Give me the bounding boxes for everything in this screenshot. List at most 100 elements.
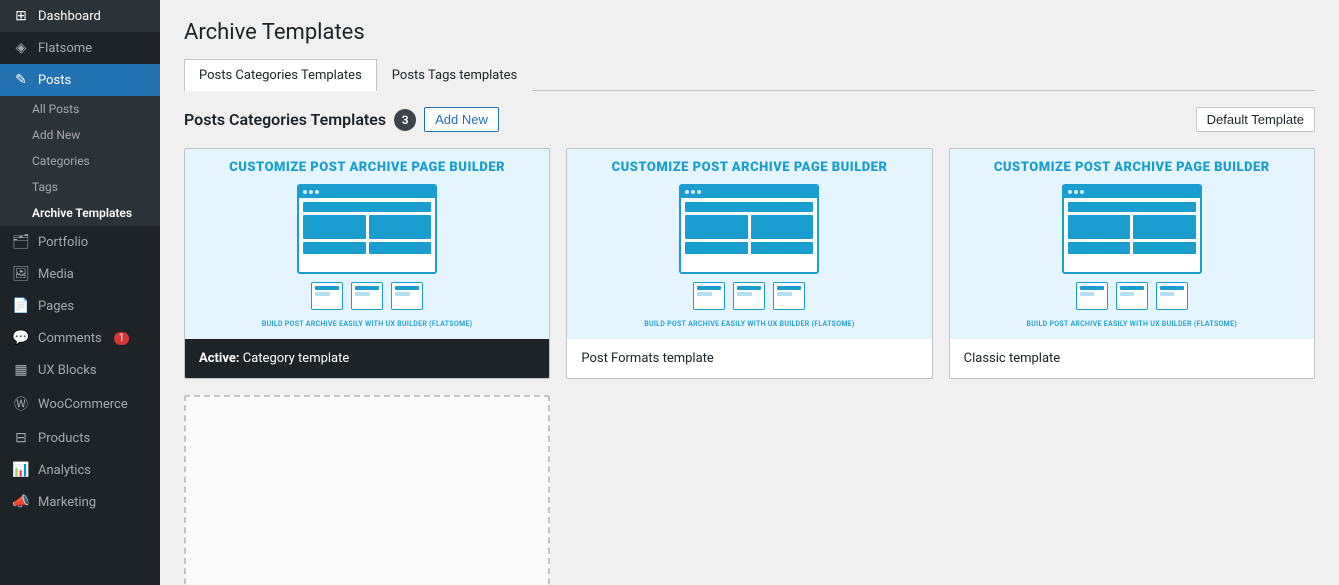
tab-tags[interactable]: Posts Tags templates (377, 59, 532, 91)
sidebar-item-comments[interactable]: 💬 Comments 1 (0, 322, 160, 354)
default-template-button[interactable]: Default Template (1196, 107, 1315, 132)
media-icon: 🖼 (12, 266, 30, 282)
template-footer-2: Classic template (950, 339, 1314, 378)
all-posts-label: All Posts (32, 102, 79, 116)
arch-mini-line-8 (1160, 286, 1184, 290)
template-name-0: Category template (243, 351, 350, 366)
sidebar-item-archive-templates[interactable]: Archive Templates (0, 200, 160, 226)
arch-mini-line-2 (395, 286, 419, 290)
sidebar-item-media[interactable]: 🖼 Media (0, 258, 160, 290)
sidebar-item-categories[interactable]: Categories (0, 148, 160, 174)
arch-mini-line-4 (737, 286, 761, 290)
arch-block-b5 (751, 242, 814, 254)
arch-mini-card-1 (351, 282, 383, 310)
arch-mini-line-3 (697, 286, 721, 290)
sidebar-item-label: Portfolio (38, 235, 88, 250)
template-footer-0: Active: Category template (185, 339, 549, 378)
sidebar-item-label: Dashboard (38, 9, 101, 24)
sidebar-item-marketing[interactable]: 📣 Marketing (0, 486, 160, 518)
add-template-card[interactable] (184, 395, 550, 585)
arch-dot-5 (697, 190, 701, 194)
arch-block-c4 (1068, 242, 1131, 254)
sidebar-item-label: Flatsome (38, 41, 92, 56)
arch-browser-bar-2 (1064, 186, 1200, 198)
arch-mini-line-half-6 (1080, 292, 1094, 296)
sidebar-item-add-new[interactable]: Add New (0, 122, 160, 148)
portfolio-icon: 🗂 (12, 234, 30, 250)
arch-block-banner (303, 202, 431, 212)
arch-block-c1 (1068, 202, 1196, 212)
arch-block-b2 (685, 215, 748, 239)
arch-mini-card-5 (773, 282, 805, 310)
arch-mini-card-0 (311, 282, 343, 310)
arch-content-2 (1064, 198, 1200, 258)
sidebar-item-analytics[interactable]: 📊 Analytics (0, 454, 160, 486)
sidebar-item-label: Pages (38, 299, 74, 314)
template-card-1[interactable]: CUSTOMIZE POST ARCHIVE PAGE BUILDER (566, 148, 932, 379)
arch-mini-line-half-7 (1120, 292, 1134, 296)
arch-block-c2 (1068, 215, 1131, 239)
sidebar-item-all-posts[interactable]: All Posts (0, 96, 160, 122)
tabs-bar: Posts Categories Templates Posts Tags te… (184, 59, 1315, 91)
arch-sub-text-1: BUILD POST ARCHIVE EASILY WITH UX BUILDE… (644, 320, 855, 328)
template-footer-1: Post Formats template (567, 339, 931, 378)
archive-illustration-2: CUSTOMIZE POST ARCHIVE PAGE BUILDER (950, 149, 1314, 339)
archive-illustration-0: CUSTOMIZE POST ARCHIVE PAGE BUILDER (185, 149, 549, 339)
arch-block-3 (303, 242, 366, 254)
sidebar-item-label: Media (38, 267, 74, 282)
arch-mini-line-7 (1120, 286, 1144, 290)
sidebar-item-posts[interactable]: ✎ Posts (0, 64, 160, 96)
sidebar: ⊞ Dashboard ◈ Flatsome ✎ Posts All Posts… (0, 0, 160, 585)
sidebar-item-label: Analytics (38, 463, 91, 478)
arch-dot-7 (1074, 190, 1078, 194)
template-card-2[interactable]: CUSTOMIZE POST ARCHIVE PAGE BUILDER (949, 148, 1315, 379)
arch-icons-row-0 (311, 282, 423, 310)
arch-mini-line-half-8 (1160, 292, 1174, 296)
arch-mini-card-2 (391, 282, 423, 310)
sidebar-item-flatsome[interactable]: ◈ Flatsome (0, 32, 160, 64)
template-count-badge: 3 (394, 109, 416, 131)
arch-content-1 (681, 198, 817, 258)
arch-mini-line-half-5 (777, 292, 791, 296)
arch-dot-1 (309, 190, 313, 194)
arch-mini-line-half-4 (737, 292, 751, 296)
active-label-0: Active: (199, 351, 240, 366)
arch-mini-card-6 (1076, 282, 1108, 310)
sidebar-item-tags[interactable]: Tags (0, 174, 160, 200)
comments-badge: 1 (114, 332, 130, 345)
section-title-wrap: Posts Categories Templates 3 Add New (184, 107, 499, 132)
arch-sub-text-0: BUILD POST ARCHIVE EASILY WITH UX BUILDE… (262, 320, 473, 328)
sidebar-item-ux-blocks[interactable]: ▦ UX Blocks (0, 354, 160, 386)
arch-content-0 (299, 198, 435, 258)
sidebar-item-label: Products (38, 431, 90, 446)
sidebar-item-woocommerce[interactable]: Ⓦ WooCommerce (0, 386, 160, 422)
arch-title-0: CUSTOMIZE POST ARCHIVE PAGE BUILDER (229, 160, 505, 176)
sidebar-item-dashboard[interactable]: ⊞ Dashboard (0, 0, 160, 32)
products-icon: ⊟ (12, 430, 30, 446)
arch-mini-line-half-0 (315, 292, 329, 296)
tags-label: Tags (32, 180, 58, 194)
sidebar-item-products[interactable]: ⊟ Products (0, 422, 160, 454)
posts-submenu: All Posts Add New Categories Tags Archiv… (0, 96, 160, 226)
arch-icons-row-1 (693, 282, 805, 310)
arch-mini-line-1 (355, 286, 379, 290)
section-header-right: Default Template (1196, 107, 1315, 132)
categories-label: Categories (32, 154, 90, 168)
sidebar-item-label: Posts (38, 73, 71, 88)
template-card-0[interactable]: CUSTOMIZE POST ARCHIVE PAGE BUILDER (184, 148, 550, 379)
woocommerce-icon: Ⓦ (12, 394, 30, 414)
add-new-label: Add New (32, 128, 80, 142)
sidebar-item-portfolio[interactable]: 🗂 Portfolio (0, 226, 160, 258)
arch-sub-text-2: BUILD POST ARCHIVE EASILY WITH UX BUILDE… (1027, 320, 1238, 328)
arch-block-b4 (685, 242, 748, 254)
sidebar-item-pages[interactable]: 📄 Pages (0, 290, 160, 322)
section-title: Posts Categories Templates (184, 110, 386, 129)
add-new-button[interactable]: Add New (424, 107, 499, 132)
arch-block-b1 (685, 202, 813, 212)
archive-illustration-1: CUSTOMIZE POST ARCHIVE PAGE BUILDER (567, 149, 931, 339)
tab-categories[interactable]: Posts Categories Templates (184, 59, 377, 91)
template-name-1: Post Formats template (581, 351, 713, 366)
arch-dot-2 (315, 190, 319, 194)
template-image-0: CUSTOMIZE POST ARCHIVE PAGE BUILDER (185, 149, 549, 339)
arch-mini-card-3 (693, 282, 725, 310)
